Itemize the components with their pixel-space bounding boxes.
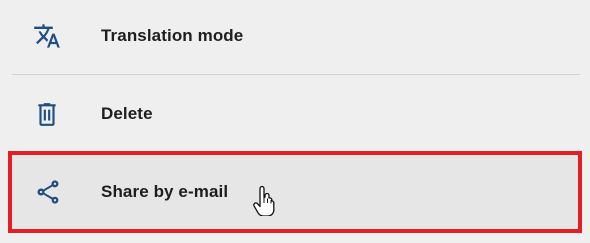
menu-item-delete[interactable]: Delete	[0, 90, 590, 138]
hand-pointer-icon	[252, 185, 276, 217]
trash-icon	[33, 100, 61, 128]
menu-item-label: Share by e-mail	[101, 182, 229, 201]
menu-item-share-by-email[interactable]: Share by e-mail	[8, 151, 582, 233]
context-menu: Translation mode Delete Share by e-mail	[0, 0, 590, 243]
menu-item-label: Delete	[101, 104, 153, 123]
divider	[12, 74, 580, 75]
translate-icon	[33, 22, 61, 50]
menu-item-label: Translation mode	[101, 26, 244, 45]
share-icon	[34, 178, 62, 206]
menu-item-translation-mode[interactable]: Translation mode	[0, 12, 590, 60]
